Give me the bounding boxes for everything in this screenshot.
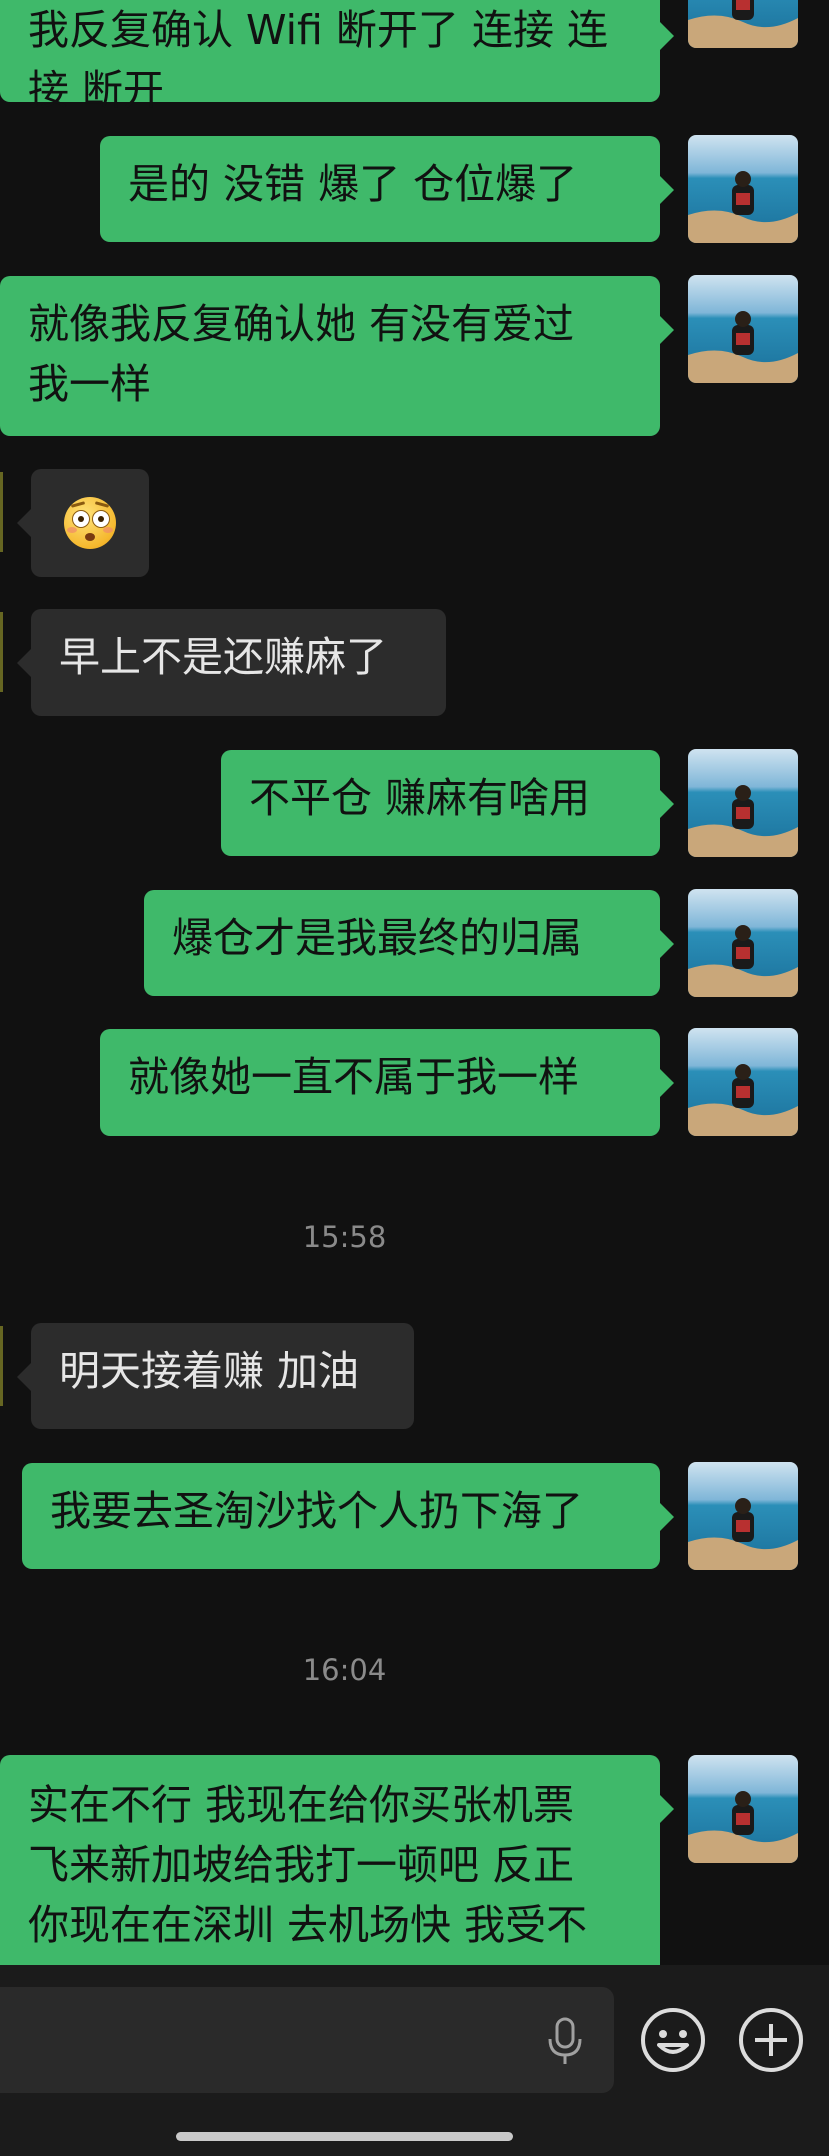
message-text-line: 实在不行 我现在给你买张机票 xyxy=(28,1781,575,1829)
message-text-line: 是的 没错 爆了 仓位爆了 xyxy=(128,160,578,208)
message-text-line: 接 断开 xyxy=(28,66,165,114)
message-bubble-outgoing[interactable]: 实在不行 我现在给你买张机票 飞来新加坡给我打一顿吧 反正 你现在在深圳 去机场… xyxy=(0,1755,674,1965)
message-timestamp: 16:04 xyxy=(302,1653,387,1687)
user-avatar[interactable] xyxy=(688,275,798,383)
contact-avatar-edge xyxy=(0,1326,3,1406)
message-bubble-outgoing[interactable]: 不平仓 赚麻有啥用 xyxy=(221,750,674,856)
message-bubble-incoming[interactable]: 早上不是还赚麻了 xyxy=(17,609,446,716)
message-text-line: 就像我反复确认她 有没有爱过 xyxy=(28,300,575,348)
user-avatar[interactable] xyxy=(688,1755,798,1863)
message-text-line: 明天接着赚 加油 xyxy=(59,1347,360,1395)
message-bubble-incoming[interactable]: 明天接着赚 加油 xyxy=(17,1323,414,1429)
message-text-line: 就像她一直不属于我一样 xyxy=(128,1053,579,1101)
message-text-line: 我反复确认 Wifi 断开了 连接 连 xyxy=(28,6,608,54)
user-avatar[interactable] xyxy=(688,1028,798,1136)
flushed-face-icon xyxy=(64,497,116,549)
home-indicator[interactable] xyxy=(176,2132,513,2141)
user-avatar[interactable] xyxy=(688,889,798,997)
message-bubble-outgoing[interactable]: 爆仓才是我最终的归属 xyxy=(144,890,674,996)
message-text-line: 不平仓 赚麻有啥用 xyxy=(249,774,591,822)
message-text-line: 飞来新加坡给我打一顿吧 反正 xyxy=(28,1841,575,1889)
message-bubble-outgoing[interactable]: 就像她一直不属于我一样 xyxy=(100,1029,674,1136)
contact-avatar-edge xyxy=(0,472,3,552)
message-bubble-incoming[interactable] xyxy=(17,469,149,577)
smiley-icon[interactable] xyxy=(640,2007,706,2073)
user-avatar[interactable] xyxy=(688,1462,798,1570)
message-text-line: 早上不是还赚麻了 xyxy=(59,633,387,681)
chat-area[interactable]: 我反复确认 Wifi 断开了 连接 连 接 断开 是的 没错 爆了 仓位爆了 就… xyxy=(0,0,829,1965)
user-avatar[interactable] xyxy=(688,0,798,48)
contact-avatar-edge xyxy=(0,612,3,692)
plus-circle-icon[interactable] xyxy=(738,2007,804,2073)
message-text-line: 你现在在深圳 去机场快 我受不 xyxy=(28,1901,588,1949)
composer-bar xyxy=(0,1965,829,2156)
message-text-line: 爆仓才是我最终的归属 xyxy=(172,914,582,962)
message-timestamp: 15:58 xyxy=(302,1220,387,1254)
microphone-icon[interactable] xyxy=(540,2015,590,2067)
user-avatar[interactable] xyxy=(688,749,798,857)
message-text-line: 我一样 xyxy=(28,360,151,408)
message-bubble-outgoing[interactable]: 我要去圣淘沙找个人扔下海了 xyxy=(22,1463,674,1569)
message-bubble-outgoing[interactable]: 我反复确认 Wifi 断开了 连接 连 接 断开 xyxy=(0,0,674,114)
message-bubble-outgoing[interactable]: 就像我反复确认她 有没有爱过 我一样 xyxy=(0,276,674,436)
message-text-line: 我要去圣淘沙找个人扔下海了 xyxy=(50,1487,583,1535)
message-bubble-outgoing[interactable]: 是的 没错 爆了 仓位爆了 xyxy=(100,136,674,242)
user-avatar[interactable] xyxy=(688,135,798,243)
message-input[interactable] xyxy=(0,1987,614,2093)
